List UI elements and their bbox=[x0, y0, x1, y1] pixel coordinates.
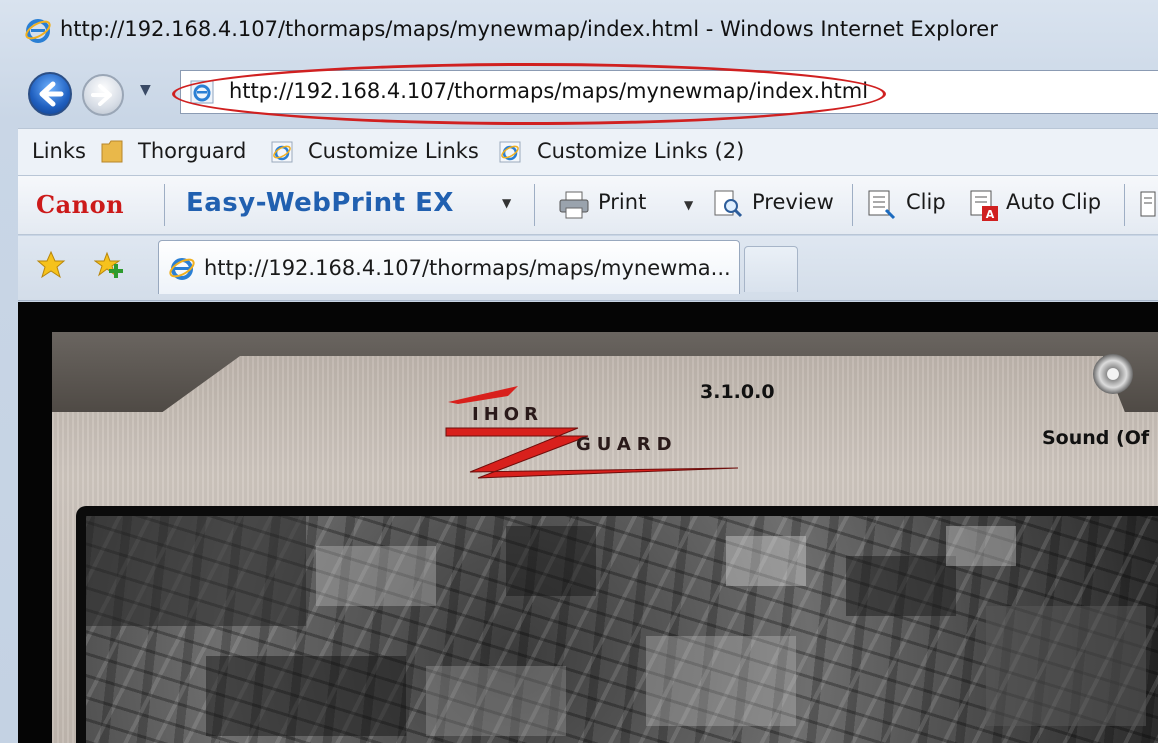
toolbar-overflow-icon[interactable] bbox=[1138, 190, 1158, 220]
ie-page-icon bbox=[499, 141, 521, 163]
auto-clip-icon: A bbox=[970, 190, 998, 221]
satellite-map[interactable] bbox=[86, 516, 1158, 743]
new-tab-button[interactable] bbox=[744, 246, 798, 292]
toolbar-separator bbox=[534, 184, 535, 226]
toolbar-separator bbox=[852, 184, 853, 226]
printer-icon bbox=[559, 191, 589, 219]
add-favorites-icon[interactable] bbox=[94, 250, 124, 280]
thorguard-logo-graphic bbox=[445, 386, 739, 479]
back-button[interactable] bbox=[28, 72, 72, 116]
back-arrow-icon bbox=[39, 81, 64, 107]
recent-pages-dropdown-icon[interactable]: ▼ bbox=[140, 82, 151, 98]
link-customize-links-2[interactable]: Customize Links (2) bbox=[537, 139, 744, 163]
link-customize-links[interactable]: Customize Links bbox=[308, 139, 479, 163]
ie-page-icon bbox=[271, 141, 293, 163]
clip-icon bbox=[868, 190, 896, 220]
link-thorguard[interactable]: Thorguard bbox=[138, 139, 246, 163]
url-highlight-ellipse bbox=[172, 63, 886, 125]
toolbar-separator bbox=[164, 184, 165, 226]
chevron-down-icon[interactable]: ▼ bbox=[502, 196, 511, 210]
svg-text:A: A bbox=[986, 208, 995, 221]
tab-title[interactable]: http://192.168.4.107/thormaps/maps/mynew… bbox=[204, 256, 731, 280]
tab-ie-icon bbox=[169, 258, 195, 280]
thorguard-logo: IHOR GUARD bbox=[438, 382, 748, 482]
favorites-star-icon[interactable] bbox=[36, 250, 66, 280]
forward-arrow-icon bbox=[91, 84, 112, 106]
window-title: http://192.168.4.107/thormaps/maps/mynew… bbox=[60, 17, 998, 41]
links-label: Links bbox=[32, 139, 86, 163]
easy-webprint-button[interactable]: Easy-WebPrint EX bbox=[186, 188, 454, 218]
sound-knob-icon[interactable] bbox=[1093, 354, 1133, 394]
sound-toggle-label[interactable]: Sound (Of bbox=[1042, 427, 1149, 449]
chevron-down-icon[interactable]: ▼ bbox=[684, 198, 693, 212]
preview-button[interactable]: Preview bbox=[752, 190, 834, 214]
toolbar-separator bbox=[1124, 184, 1125, 226]
clip-button[interactable]: Clip bbox=[906, 190, 946, 214]
ie-logo-icon bbox=[25, 19, 51, 43]
forward-button[interactable] bbox=[82, 74, 124, 116]
canon-logo: Canon bbox=[36, 190, 125, 219]
print-button[interactable]: Print bbox=[598, 190, 646, 214]
logo-text-bottom: GUARD bbox=[576, 434, 678, 455]
folder-icon bbox=[101, 140, 123, 163]
logo-text-top: IHOR bbox=[472, 404, 543, 425]
preview-magnifier-icon bbox=[714, 190, 743, 218]
auto-clip-button[interactable]: Auto Clip bbox=[1006, 190, 1101, 214]
